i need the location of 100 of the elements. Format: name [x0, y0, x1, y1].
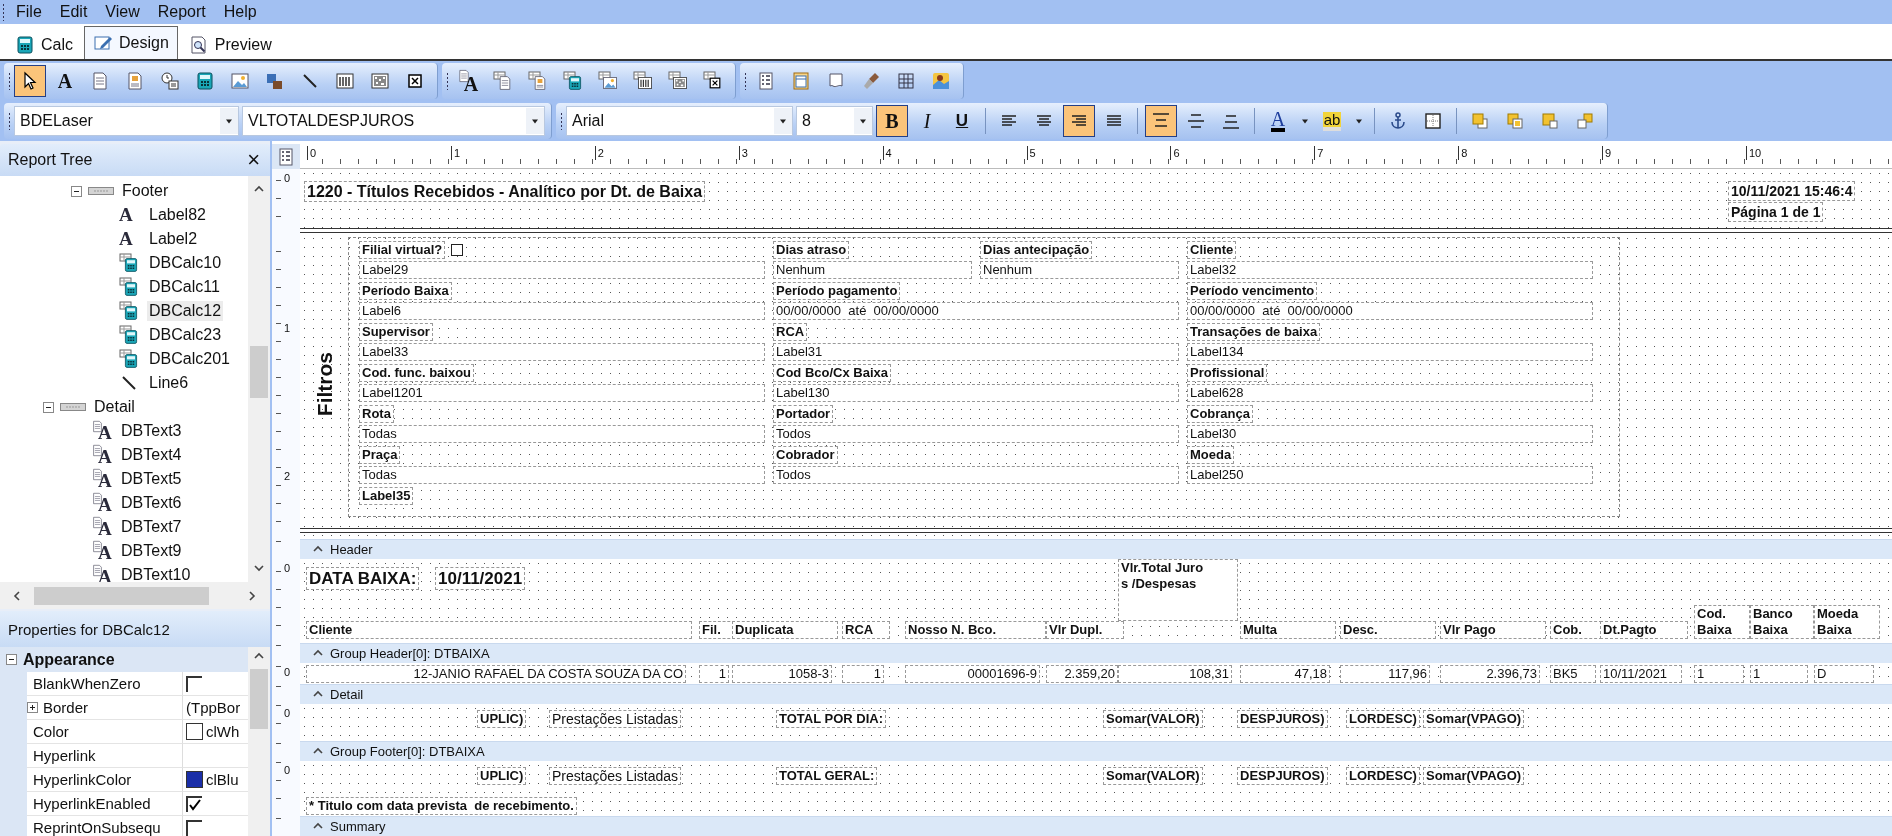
property-value[interactable]: (TppBor [186, 699, 241, 716]
collapse-icon[interactable] [71, 185, 82, 197]
layers-icon [1575, 111, 1595, 131]
dropdown-field[interactable]: VLTOTALDESPJUROS [242, 106, 545, 136]
tree-item[interactable]: DBText4 [119, 445, 184, 465]
menu-item[interactable]: Edit [52, 2, 95, 22]
ruler-number: 0 [284, 707, 291, 719]
layers-icon [1540, 111, 1560, 131]
table-icon [791, 71, 811, 91]
tree-item[interactable]: DBCalc23 [147, 325, 224, 345]
list-icon [276, 146, 296, 167]
column-header: Nosso N. Bco. [905, 621, 1046, 639]
toolbar-button[interactable]: A [452, 65, 484, 97]
dropdown-field[interactable]: Arial [566, 106, 793, 136]
toolbar-button[interactable] [1063, 105, 1095, 137]
tree-item[interactable]: DBText3 [119, 421, 184, 441]
property-name[interactable]: Hyperlink [33, 747, 96, 764]
property-name[interactable]: HyperlinkColor [33, 771, 132, 788]
tree-item[interactable]: DBCalc12 [147, 301, 224, 321]
toolbar-grip[interactable] [8, 72, 11, 90]
collapse-icon[interactable] [6, 654, 17, 665]
toolbar-grip[interactable] [2, 3, 5, 21]
tree-item[interactable]: DBCalc201 [147, 349, 232, 369]
ruler-number: 4 [882, 146, 892, 160]
report-text: Cobrança [1187, 405, 1253, 423]
tree-item[interactable]: DBText9 [119, 541, 184, 561]
toolbar-button[interactable]: U [946, 105, 978, 137]
menu-item[interactable]: Report [150, 2, 213, 22]
scrollbar[interactable] [248, 647, 270, 836]
property-name[interactable]: BlankWhenZero [33, 675, 141, 692]
toolbar-button[interactable] [1145, 105, 1177, 137]
tree-item[interactable]: Label2 [147, 229, 200, 249]
toolbar-button[interactable]: ab [1316, 105, 1348, 137]
tree-item[interactable]: DBCalc11 [147, 277, 222, 297]
report-text: TOTAL POR DIA: [776, 710, 886, 728]
report-text: Label31 [773, 343, 1179, 361]
tree-item[interactable]: DBText7 [119, 517, 184, 537]
menu-item[interactable]: Help [216, 2, 264, 22]
property-value[interactable]: clWh [206, 723, 240, 740]
report-text: Label6 [359, 302, 765, 320]
clock-icon [160, 71, 180, 91]
panel-title: Report Tree [8, 151, 93, 169]
photo-icon [931, 71, 951, 91]
report-text: 1 [1694, 665, 1744, 683]
report-text: Filial virtual? [359, 241, 446, 259]
checkbox[interactable] [186, 819, 202, 836]
close-button[interactable]: × [245, 149, 262, 171]
collapse-icon[interactable] [43, 401, 54, 413]
ruler-number: 0 [284, 562, 291, 574]
toolbar-button[interactable]: I [911, 105, 943, 137]
scroll-down-icon[interactable] [253, 562, 265, 574]
dropdown-field[interactable]: BDELaser [14, 106, 239, 136]
scroll-thumb[interactable] [34, 586, 209, 605]
scroll-thumb[interactable] [250, 669, 268, 729]
menu-item[interactable]: File [9, 2, 49, 22]
report-text: Rota [359, 405, 394, 423]
toolbar-grip[interactable] [744, 72, 747, 90]
tree-item[interactable]: Line6 [147, 373, 191, 393]
design-icon [93, 33, 113, 53]
tab[interactable]: Design [84, 26, 178, 59]
scrollbar[interactable] [248, 176, 270, 582]
property-value[interactable]: clBlu [206, 771, 239, 788]
column-header: Banco Baixa [1750, 605, 1814, 639]
property-name[interactable]: HyperlinkEnabled [33, 795, 151, 812]
toolbar-grip[interactable] [560, 112, 563, 130]
property-name[interactable]: Border [43, 699, 89, 716]
toolbar-button[interactable]: B [876, 105, 908, 137]
report-text: Somar(VPAGO) [1423, 767, 1525, 785]
tree-item[interactable]: DBText10 [119, 565, 193, 582]
scroll-right-icon[interactable] [246, 589, 258, 602]
toolbar-button[interactable]: A [1262, 105, 1294, 137]
report-text: Portador [773, 405, 834, 423]
tree-item[interactable]: Detail [92, 397, 137, 417]
checkbox[interactable] [186, 675, 202, 692]
tree-item[interactable]: DBText6 [119, 493, 184, 513]
ruler-number: 0 [307, 146, 317, 160]
ruler-number: 0 [284, 666, 291, 678]
scroll-thumb[interactable] [250, 346, 268, 398]
dropdown-field[interactable]: 8 [796, 106, 873, 136]
tree-item[interactable]: DBText5 [119, 469, 184, 489]
scrollbar[interactable] [0, 582, 270, 609]
toolbar-grip[interactable] [446, 72, 449, 90]
toolbar-button[interactable]: A [49, 65, 81, 97]
menu-item[interactable]: View [98, 2, 147, 22]
checkbox[interactable] [186, 795, 202, 812]
property-name[interactable]: ReprintOnSubsequ [33, 819, 161, 836]
report-text: Todas [359, 425, 765, 443]
report-text: Label1201 [359, 384, 765, 402]
tree-item[interactable]: Label82 [147, 205, 208, 225]
toolbar-button[interactable] [14, 65, 46, 97]
expand-icon[interactable] [27, 702, 38, 713]
column-header: Duplicata [732, 621, 838, 639]
tree-item[interactable]: DBCalc10 [147, 253, 224, 273]
property-name[interactable]: Color [33, 723, 69, 740]
tree-item[interactable]: Footer [120, 181, 171, 201]
report-text: Cod. func. baixou [359, 364, 475, 382]
ruler-number: 6 [1170, 146, 1180, 160]
column-header: Vlr Dupl. [1046, 621, 1124, 639]
toolbar-grip[interactable] [8, 112, 11, 130]
category-label[interactable]: Appearance [23, 650, 115, 669]
